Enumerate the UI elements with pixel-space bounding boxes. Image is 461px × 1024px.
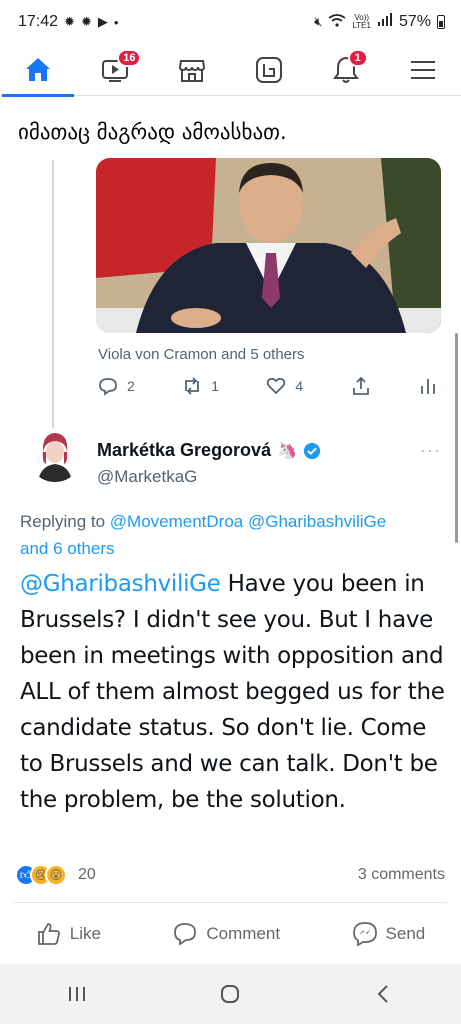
dot-icon: • (113, 14, 119, 30)
recent-apps-icon[interactable] (65, 982, 89, 1006)
post-action-bar: Like Comment Send (0, 912, 461, 956)
like-tweet-button[interactable]: 4 (266, 376, 303, 396)
unicorn-emoji: 🦄 (277, 442, 297, 460)
like-label: Like (69, 924, 101, 943)
gear-icon: ✹ (80, 14, 92, 29)
scrollbar[interactable] (455, 333, 458, 543)
author-name[interactable]: Markétka Gregorová 🦄 (97, 440, 321, 461)
like-count: 4 (295, 378, 304, 394)
analytics-icon (421, 379, 435, 394)
reactions-summary[interactable]: 👍︎ 😢 😮 20 (15, 864, 96, 886)
retweet-count: 1 (211, 378, 219, 394)
notification-badge: 16 (117, 48, 142, 67)
tab-home[interactable] (2, 44, 75, 97)
tab-marketplace[interactable] (162, 44, 222, 96)
battery-icon (437, 15, 445, 29)
back-icon[interactable] (372, 982, 396, 1006)
tweet-photo (96, 158, 441, 333)
facebook-nav-bar: 16 1 (0, 44, 461, 97)
retweet-icon (185, 377, 200, 395)
volte-indicator: Vo)) LTE1 (352, 13, 371, 30)
mute-icon: 🔇︎ (314, 14, 323, 29)
notification-badge: 1 (347, 48, 368, 67)
verified-badge-icon (303, 442, 321, 459)
mention-link[interactable]: @GharibashviliGe (20, 571, 221, 597)
retweet-button[interactable]: 1 (182, 376, 219, 396)
post-text: იმათაც მაგრად ამოასხათ. (18, 120, 287, 144)
reply-icon (99, 378, 117, 396)
home-icon (26, 57, 51, 81)
tab-watch[interactable]: 16 (85, 44, 145, 96)
tweet-likers[interactable]: Viola von Cramon and 5 others (98, 346, 305, 363)
send-label: Send (385, 924, 426, 943)
share-tweet-button[interactable] (351, 376, 371, 396)
home-button-icon[interactable] (218, 982, 242, 1006)
comment-icon (174, 923, 197, 946)
battery-percent: 57% (398, 13, 431, 30)
signal-icon (377, 12, 393, 32)
replying-label: Replying to (20, 512, 110, 531)
marketplace-icon (179, 59, 206, 82)
thumbs-up-icon (37, 923, 60, 945)
reply-button[interactable]: 2 (98, 376, 135, 396)
tweet-action-bar: 2 1 4 (98, 376, 438, 396)
system-nav-bar (0, 964, 461, 1024)
messenger-icon (352, 922, 377, 947)
clock: 17:42 (18, 13, 59, 30)
menu-icon (410, 60, 435, 79)
comments-count[interactable]: 3 comments (358, 866, 445, 884)
tweet-body: @GharibashviliGe Have you been in Brusse… (20, 566, 450, 818)
tweet-body-text: Have you been in Brussels? I didn't see … (20, 571, 445, 813)
share-icon (352, 376, 369, 395)
like-button[interactable]: Like (28, 915, 109, 953)
wifi-icon (328, 13, 346, 31)
wow-reaction-icon: 😮 (45, 864, 67, 886)
replying-more[interactable]: and 6 others (20, 539, 115, 558)
author-handle[interactable]: @MarketkaG (97, 467, 197, 487)
divider (14, 902, 447, 903)
analytics-button[interactable] (418, 376, 438, 396)
replying-to-mentions[interactable]: @MovementDroa @GharibashviliGe (110, 512, 386, 531)
groups-icon (255, 56, 282, 83)
author-name-text: Markétka Gregorová (97, 440, 272, 460)
more-options-icon[interactable]: ··· (420, 440, 441, 461)
send-button[interactable]: Send (344, 915, 434, 953)
comment-label: Comment (206, 924, 281, 943)
reaction-count: 20 (78, 866, 96, 883)
tab-menu[interactable] (393, 44, 453, 96)
tab-groups[interactable] (239, 44, 299, 96)
avatar (28, 428, 82, 482)
reply-count: 2 (127, 378, 135, 394)
status-bar: 17:42 ✹ ✹ ▶ • 🔇︎ Vo)) LTE1 57% (0, 0, 461, 44)
comment-button[interactable]: Comment (164, 915, 288, 953)
tab-notifications[interactable]: 1 (316, 44, 376, 96)
heart-icon (267, 377, 286, 395)
thread-line (52, 160, 54, 428)
replying-to-line: Replying to @MovementDroa @Gharibashvili… (20, 508, 445, 562)
gear-icon: ✹ (64, 14, 75, 29)
youtube-icon: ▶ (97, 14, 108, 29)
